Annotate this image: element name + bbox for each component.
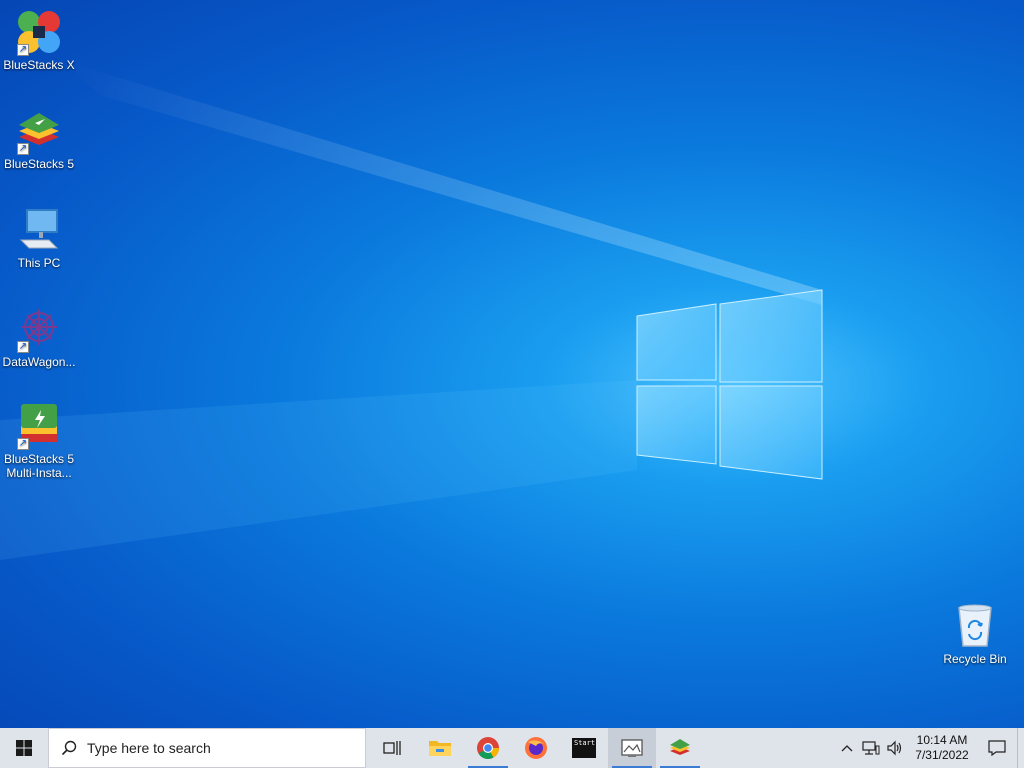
- show-desktop-button[interactable]: [1017, 728, 1024, 768]
- start-app-label: Start: [574, 739, 596, 747]
- desktop-icon-label: BlueStacks X: [3, 58, 75, 72]
- taskbar-app-firefox[interactable]: [512, 728, 560, 768]
- desktop-icon-label: Recycle Bin: [943, 652, 1007, 666]
- system-tray: 10:14 AM 7/31/2022: [835, 728, 1024, 768]
- desktop-icon-bluestacks-5[interactable]: ↗ BlueStacks 5: [1, 107, 77, 171]
- desktop-icon-bluestacks-multi-instance[interactable]: ↗ BlueStacks 5 Multi-Insta...: [1, 402, 77, 480]
- taskbar-app-file-explorer[interactable]: [416, 728, 464, 768]
- folder-icon: [429, 741, 451, 756]
- terminal-icon: Start: [572, 738, 596, 758]
- search-icon: [61, 740, 77, 756]
- image-icon: [621, 739, 643, 757]
- desktop-icon-label: This PC: [17, 256, 61, 270]
- recycle-bin-icon: [951, 602, 999, 650]
- bluestacks-x-icon: ↗: [15, 8, 63, 56]
- bluestacks-icon: [670, 739, 690, 755]
- desktop-icon-label: BlueStacks 5: [3, 157, 75, 171]
- taskbar-app-bluestacks[interactable]: [656, 728, 704, 768]
- search-placeholder: Type here to search: [87, 740, 211, 756]
- wallpaper: [0, 60, 823, 560]
- show-hidden-icons-button[interactable]: [835, 728, 859, 768]
- task-view-icon: [383, 741, 401, 755]
- computer-icon: [15, 206, 63, 254]
- firefox-icon: [525, 737, 547, 759]
- shortcut-arrow-icon: ↗: [17, 44, 29, 56]
- task-view-button[interactable]: [368, 728, 416, 768]
- notification-icon: [988, 740, 1006, 756]
- clock[interactable]: 10:14 AM 7/31/2022: [907, 733, 977, 763]
- shortcut-arrow-icon: ↗: [17, 438, 29, 450]
- shortcut-arrow-icon: ↗: [17, 341, 29, 353]
- taskbar-app-start-app[interactable]: Start: [560, 728, 608, 768]
- taskbar: Type here to search Start 10:14 AM 7/31/…: [0, 728, 1024, 768]
- taskbar-app-chrome[interactable]: [464, 728, 512, 768]
- bluestacks-5-icon: ↗: [15, 107, 63, 155]
- datawagon-icon: ↗: [15, 305, 63, 353]
- bluestacks-multi-instance-icon: ↗: [15, 402, 63, 450]
- network-button[interactable]: [859, 728, 883, 768]
- speaker-icon: [887, 740, 902, 756]
- start-button[interactable]: [0, 728, 48, 768]
- clock-date: 7/31/2022: [915, 748, 969, 762]
- desktop-icon-datawagon[interactable]: ↗ DataWagon...: [1, 305, 77, 369]
- windows-logo-icon: [16, 740, 32, 756]
- desktop-icon-this-pc[interactable]: This PC: [1, 206, 77, 270]
- chrome-icon: [477, 737, 499, 759]
- network-icon: [862, 741, 880, 755]
- desktop-icon-recycle-bin[interactable]: Recycle Bin: [937, 602, 1013, 666]
- shortcut-arrow-icon: ↗: [17, 143, 29, 155]
- clock-time: 10:14 AM: [916, 733, 968, 747]
- desktop-icon-label: DataWagon...: [2, 355, 76, 369]
- chevron-up-icon: [841, 745, 853, 752]
- taskbar-app-image-viewer[interactable]: [608, 728, 656, 768]
- search-box[interactable]: Type here to search: [48, 728, 366, 768]
- notification-center-button[interactable]: [977, 728, 1017, 768]
- desktop-icon-bluestacks-x[interactable]: ↗ BlueStacks X: [1, 8, 77, 72]
- desktop-icon-label: BlueStacks 5 Multi-Insta...: [3, 452, 75, 480]
- volume-button[interactable]: [883, 728, 907, 768]
